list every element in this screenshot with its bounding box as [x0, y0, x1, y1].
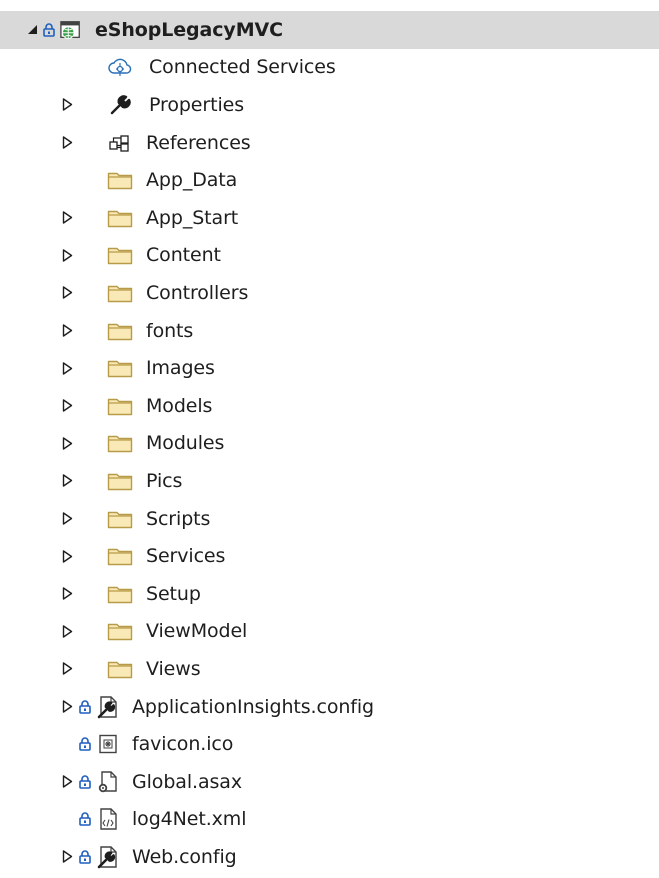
collapsed-arrow-icon[interactable]: [60, 688, 74, 726]
solution-explorer-tree: eShopLegacyMVC Connected Services Propert…: [0, 0, 659, 878]
connected-services-icon: [107, 49, 133, 87]
folder-icon: [107, 575, 133, 613]
tree-item-label: Controllers: [146, 281, 249, 304]
expanded-arrow-icon[interactable]: [25, 11, 39, 49]
lock-icon: [78, 801, 92, 839]
tree-item-label: Views: [146, 657, 201, 680]
folder-icon: [107, 349, 133, 387]
collapsed-arrow-icon[interactable]: [60, 425, 74, 463]
tree-item[interactable]: fonts: [0, 312, 659, 350]
folder-icon: [107, 312, 133, 350]
wrench-icon: [107, 86, 133, 124]
tree-item-label: Pics: [146, 469, 183, 492]
tree-item-label: Modules: [146, 432, 225, 455]
lock-icon: [78, 688, 92, 726]
asax-file-icon: [95, 763, 121, 801]
lock-icon: [78, 763, 92, 801]
tree-item-label: Global.asax: [132, 770, 242, 793]
config-file-icon: [95, 688, 121, 726]
xml-file-icon: [95, 801, 121, 839]
project-label: eShopLegacyMVC: [95, 18, 283, 41]
collapsed-arrow-icon[interactable]: [60, 575, 74, 613]
folder-icon: [107, 237, 133, 275]
collapsed-arrow-icon[interactable]: [60, 237, 74, 275]
tree-item-label: References: [146, 131, 251, 154]
tree-item[interactable]: Global.asax: [0, 763, 659, 801]
tree-item[interactable]: ApplicationInsights.config: [0, 688, 659, 726]
folder-icon: [107, 274, 133, 312]
web-project-icon: [60, 11, 82, 49]
tree-item[interactable]: Modules: [0, 425, 659, 463]
tree-item-label: Connected Services: [149, 56, 336, 79]
collapsed-arrow-icon[interactable]: [60, 650, 74, 688]
tree-item-label: Properties: [149, 93, 245, 116]
collapsed-arrow-icon[interactable]: [60, 312, 74, 350]
tree-item-label: Services: [146, 545, 226, 568]
tree-item[interactable]: Content: [0, 237, 659, 275]
collapsed-arrow-icon[interactable]: [60, 537, 74, 575]
folder-icon: [107, 387, 133, 425]
tree-item[interactable]: Scripts: [0, 500, 659, 538]
references-icon: [107, 124, 133, 162]
lock-icon: [78, 838, 92, 876]
folder-icon: [107, 650, 133, 688]
tree-item[interactable]: Views: [0, 650, 659, 688]
collapsed-arrow-icon[interactable]: [60, 838, 74, 876]
collapsed-arrow-icon[interactable]: [60, 274, 74, 312]
tree-item-label: Models: [146, 394, 213, 417]
tree-item-label: Content: [146, 244, 221, 267]
tree-item[interactable]: ViewModel: [0, 613, 659, 651]
collapsed-arrow-icon[interactable]: [60, 462, 74, 500]
icon-file-icon: [95, 725, 121, 763]
folder-icon: [107, 161, 133, 199]
collapsed-arrow-icon[interactable]: [60, 763, 74, 801]
tree-item[interactable]: App_Data: [0, 161, 659, 199]
tree-item-label: Scripts: [146, 507, 211, 530]
tree-item[interactable]: App_Start: [0, 199, 659, 237]
tree-item[interactable]: Setup: [0, 575, 659, 613]
tree-item[interactable]: Models: [0, 387, 659, 425]
tree-item[interactable]: References: [0, 124, 659, 162]
tree-item-label: App_Data: [146, 169, 238, 192]
tree-item-label: App_Start: [146, 206, 239, 229]
tree-item[interactable]: log4Net.xml: [0, 801, 659, 839]
collapsed-arrow-icon[interactable]: [60, 124, 74, 162]
collapsed-arrow-icon[interactable]: [60, 613, 74, 651]
lock-icon: [42, 11, 56, 49]
tree-item[interactable]: Controllers: [0, 274, 659, 312]
tree-item-label: favicon.ico: [132, 733, 234, 756]
collapsed-arrow-icon[interactable]: [60, 199, 74, 237]
folder-icon: [107, 425, 133, 463]
tree-item[interactable]: Images: [0, 349, 659, 387]
folder-icon: [107, 500, 133, 538]
tree-item[interactable]: Services: [0, 537, 659, 575]
folder-icon: [107, 462, 133, 500]
tree-item-label: ApplicationInsights.config: [132, 695, 375, 718]
tree-item[interactable]: favicon.ico: [0, 725, 659, 763]
collapsed-arrow-icon[interactable]: [60, 86, 74, 124]
tree-item-label: Images: [146, 357, 215, 380]
tree-item-label: ViewModel: [146, 620, 248, 643]
tree-item[interactable]: Properties: [0, 86, 659, 124]
tree-item-label: Setup: [146, 582, 201, 605]
tree-item[interactable]: Connected Services: [0, 49, 659, 87]
folder-icon: [107, 199, 133, 237]
folder-icon: [107, 613, 133, 651]
collapsed-arrow-icon[interactable]: [60, 349, 74, 387]
collapsed-arrow-icon[interactable]: [60, 500, 74, 538]
collapsed-arrow-icon[interactable]: [60, 387, 74, 425]
lock-icon: [78, 725, 92, 763]
folder-icon: [107, 537, 133, 575]
tree-item-label: fonts: [146, 319, 194, 342]
tree-item-project[interactable]: eShopLegacyMVC: [0, 11, 659, 49]
config-file-icon: [95, 838, 121, 876]
tree-item[interactable]: Web.config: [0, 838, 659, 876]
tree-item[interactable]: Pics: [0, 462, 659, 500]
tree-item-label: log4Net.xml: [132, 808, 247, 831]
tree-item-label: Web.config: [132, 845, 237, 868]
